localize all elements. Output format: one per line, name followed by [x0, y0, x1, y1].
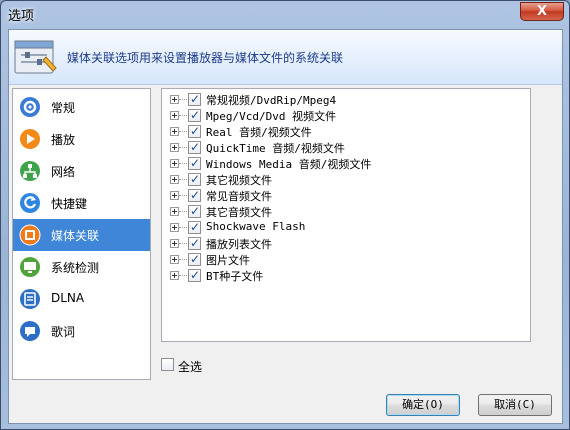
arrow-icon: [20, 193, 40, 213]
options-dialog: 选项 X 媒体关联选项用来设置播放器与媒体文件的系统关联 常规 播放 网络 快捷…: [0, 0, 570, 430]
item-checkbox[interactable]: [188, 268, 201, 282]
tree-item-label: BT种子文件: [206, 270, 264, 283]
tree-item[interactable]: 常规视频/DvdRip/Mpeg4: [162, 91, 522, 107]
expand-icon[interactable]: [170, 143, 179, 152]
tree-item[interactable]: Real 音频/视频文件: [162, 123, 522, 139]
sidebar-item-media-association[interactable]: 媒体关联: [13, 219, 150, 251]
item-checkbox[interactable]: [188, 172, 201, 186]
sidebar-item-label: 常规: [51, 101, 76, 115]
media-icon: [19, 224, 41, 246]
tree-item[interactable]: Mpeg/Vcd/Dvd 视频文件: [162, 107, 522, 123]
item-checkbox[interactable]: [188, 204, 201, 218]
sidebar-item-label: 媒体关联: [51, 229, 100, 243]
expand-icon[interactable]: [170, 223, 179, 232]
tree-item-label: QuickTime 音频/视频文件: [206, 142, 345, 155]
item-checkbox[interactable]: [188, 124, 201, 138]
tree-item[interactable]: 播放列表文件: [162, 235, 522, 251]
tree-item[interactable]: Shockwave Flash: [162, 219, 522, 235]
window-title: 选项: [8, 9, 35, 24]
expand-icon[interactable]: [170, 111, 179, 120]
item-checkbox[interactable]: [188, 188, 201, 202]
ok-button[interactable]: 确定(O): [386, 394, 460, 416]
tree-item-label: 常规视频/DvdRip/Mpeg4: [206, 94, 337, 107]
expand-icon[interactable]: [170, 95, 179, 104]
item-checkbox[interactable]: [188, 92, 201, 106]
sidebar-item-general[interactable]: 常规: [13, 91, 150, 123]
expand-icon[interactable]: [170, 207, 179, 216]
cancel-button[interactable]: 取消(C): [478, 394, 552, 416]
tree-item-label: 播放列表文件: [206, 238, 272, 251]
item-checkbox[interactable]: [188, 220, 201, 234]
tree-item[interactable]: BT种子文件: [162, 267, 522, 283]
tree-item-label: Real 音频/视频文件: [206, 126, 312, 139]
tree-item-label: Shockwave Flash: [206, 220, 306, 233]
tree-item[interactable]: Windows Media 音频/视频文件: [162, 155, 522, 171]
sidebar-item-network[interactable]: 网络: [13, 155, 150, 187]
dlna-icon: [20, 289, 40, 309]
tree-item[interactable]: 其它音频文件: [162, 203, 522, 219]
sidebar-item-label: 歌词: [51, 325, 76, 339]
expand-icon[interactable]: [170, 159, 179, 168]
tree-item-label: 常见音频文件: [206, 190, 272, 203]
item-checkbox[interactable]: [188, 156, 201, 170]
gear-icon: [20, 97, 40, 117]
banner-description: 媒体关联选项用来设置播放器与媒体文件的系统关联: [67, 51, 344, 65]
sidebar-item-shortcuts[interactable]: 快捷键: [13, 187, 150, 219]
file-type-tree: 常规视频/DvdRip/Mpeg4 Mpeg/Vcd/Dvd 视频文件 Real…: [161, 88, 531, 342]
sidebar-item-label: 快捷键: [51, 197, 88, 211]
expand-icon[interactable]: [170, 191, 179, 200]
close-button[interactable]: X: [520, 2, 564, 21]
sidebar-item-dlna[interactable]: DLNA: [13, 283, 150, 315]
tree-item-label: Mpeg/Vcd/Dvd 视频文件: [206, 110, 337, 123]
title-bar[interactable]: 选项 X: [1, 1, 569, 27]
tree-item[interactable]: 图片文件: [162, 251, 522, 267]
expand-icon[interactable]: [170, 127, 179, 136]
tree-item-label: 图片文件: [206, 254, 250, 267]
monitor-icon: [20, 257, 40, 277]
sidebar-item-playback[interactable]: 播放: [13, 123, 150, 155]
tree-item[interactable]: 其它视频文件: [162, 171, 522, 187]
network-icon: [20, 161, 40, 181]
item-checkbox[interactable]: [188, 140, 201, 154]
tree-item[interactable]: QuickTime 音频/视频文件: [162, 139, 522, 155]
select-all-checkbox[interactable]: 全选: [161, 357, 241, 374]
header-banner: 媒体关联选项用来设置播放器与媒体文件的系统关联: [9, 30, 562, 85]
lyrics-icon: [20, 321, 40, 341]
item-checkbox[interactable]: [188, 108, 201, 122]
sidebar-item-label: 网络: [51, 165, 76, 179]
checkbox-box[interactable]: [161, 358, 174, 371]
play-icon: [20, 129, 40, 149]
tree-item-label: Windows Media 音频/视频文件: [206, 158, 372, 171]
sidebar-item-label: DLNA: [51, 291, 85, 305]
expand-icon[interactable]: [170, 239, 179, 248]
item-checkbox[interactable]: [188, 236, 201, 250]
sidebar-item-label: 系统检测: [51, 261, 100, 275]
tree-item[interactable]: 常见音频文件: [162, 187, 522, 203]
expand-icon[interactable]: [170, 255, 179, 264]
sidebar-item-label: 播放: [51, 133, 76, 147]
settings-panel-icon: [14, 40, 57, 74]
expand-icon[interactable]: [170, 271, 179, 280]
sidebar-item-lyrics[interactable]: 歌词: [13, 315, 150, 347]
dialog-body: 媒体关联选项用来设置播放器与媒体文件的系统关联 常规 播放 网络 快捷键 媒体关…: [8, 29, 563, 424]
item-checkbox[interactable]: [188, 252, 201, 266]
tree-item-label: 其它音频文件: [206, 206, 272, 219]
tree-item-label: 其它视频文件: [206, 174, 272, 187]
select-all-label: 全选: [178, 360, 203, 374]
expand-icon[interactable]: [170, 175, 179, 184]
category-sidebar: 常规 播放 网络 快捷键 媒体关联 系统检测 DLNA 歌词: [12, 88, 151, 380]
sidebar-item-system-check[interactable]: 系统检测: [13, 251, 150, 283]
